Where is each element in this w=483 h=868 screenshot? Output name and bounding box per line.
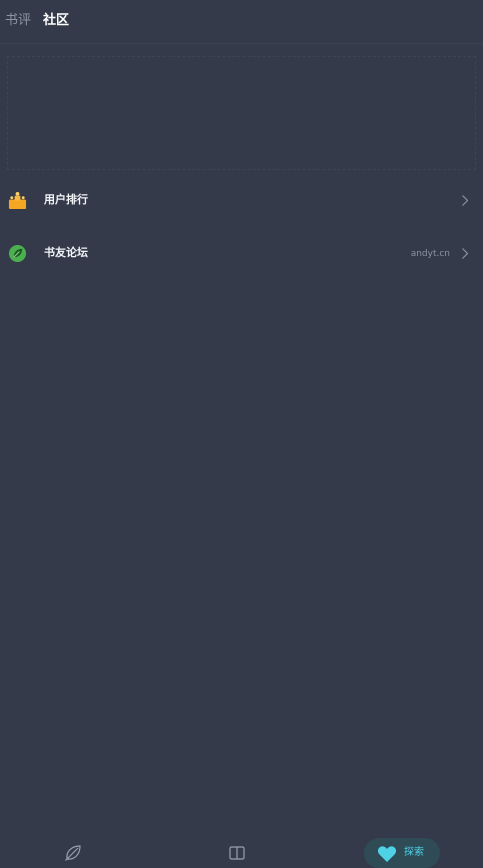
forum-domain-text: andyt.cn: [410, 249, 450, 259]
chevron-right-icon: [462, 248, 469, 259]
bottom-navigation: 探索: [0, 834, 483, 868]
chevron-right-icon: [462, 195, 469, 206]
tab-book-review[interactable]: 书评: [5, 12, 31, 30]
top-tab-bar: 书评 社区: [0, 0, 483, 44]
user-ranking-label: 用户排行: [44, 193, 88, 206]
tab-community[interactable]: 社区: [43, 12, 69, 30]
banner-placeholder: [7, 56, 476, 170]
nav-explore-button[interactable]: 探索: [364, 838, 440, 868]
leaf-discover-icon[interactable]: [64, 844, 82, 862]
book-shelf-icon[interactable]: [228, 844, 246, 862]
podium-icon: [8, 191, 27, 210]
forum-leaf-icon: [8, 244, 27, 263]
list-item-user-ranking[interactable]: 用户排行: [0, 179, 483, 223]
nav-explore-label: 探索: [404, 847, 424, 858]
heart-icon: [377, 846, 397, 862]
book-forum-label: 书友论坛: [44, 246, 88, 259]
list-item-book-forum[interactable]: 书友论坛 andyt.cn: [0, 232, 483, 276]
